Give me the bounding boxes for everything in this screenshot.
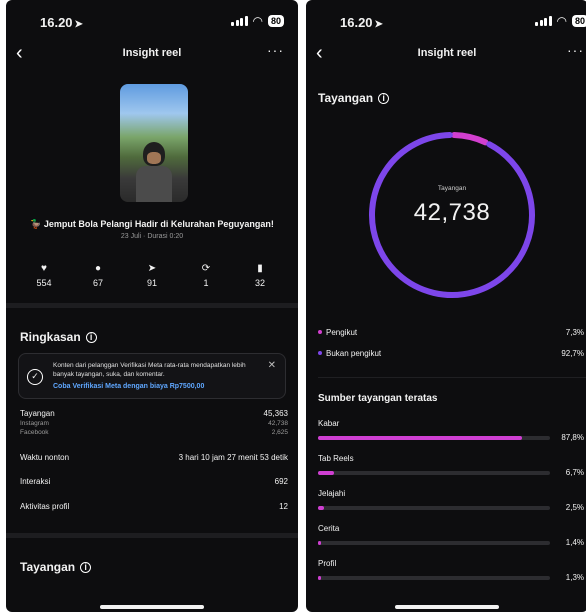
person-figure <box>136 142 172 202</box>
source-bar-track <box>318 471 550 475</box>
home-indicator <box>100 605 204 609</box>
source-label: Profil <box>318 559 337 568</box>
source-label: Cerita <box>318 524 340 533</box>
nav-bar: ‹ Insight reel ··· <box>6 40 298 68</box>
divider <box>318 377 586 378</box>
nav-title: Insight reel <box>122 47 182 59</box>
engagement-stats: ♥ 554 ● 67 ➤ 91 ⟳ 1 ▮ 32 <box>18 262 286 288</box>
source-percent: 1,4% <box>565 538 584 547</box>
bookmark-icon: ▮ <box>257 263 263 274</box>
source-label: Tab Reels <box>318 454 354 463</box>
donut-center-label: Tayangan <box>437 185 467 192</box>
views-heading: Tayangan i <box>318 91 390 105</box>
source-row: Profil 1,3% <box>318 559 584 589</box>
info-icon[interactable]: i <box>378 93 390 104</box>
status-time: 16.20 ➤ <box>40 15 83 30</box>
stat-shares: ➤ 91 <box>126 262 178 288</box>
status-bar: 16.20 ➤ ◠ 80 <box>306 12 586 32</box>
source-label: Kabar <box>318 419 340 428</box>
source-bar-fill <box>318 436 522 440</box>
source-bar-track <box>318 576 550 580</box>
wifi-icon: ◠ <box>252 14 263 28</box>
stat-comments: ● 67 <box>72 262 124 288</box>
info-icon[interactable]: i <box>80 562 92 573</box>
wifi-icon: ◠ <box>556 14 567 28</box>
home-indicator <box>395 605 499 609</box>
share-icon: ➤ <box>147 263 157 274</box>
legend-followers: Pengikut 7,3% <box>318 328 584 337</box>
verification-notice: ✓ Konten dari pelanggan Verifikasi Meta … <box>18 353 286 399</box>
more-options-icon[interactable]: ··· <box>567 42 584 58</box>
saves-count: 32 <box>254 278 265 288</box>
comment-icon: ● <box>94 263 102 274</box>
battery-icon: 80 <box>267 15 284 27</box>
reel-title: 🦆 Jemput Bola Pelangi Hadir di Kelurahan… <box>30 219 274 229</box>
info-icon[interactable]: i <box>85 332 97 343</box>
legend-non-followers: Bukan pengikut 92,7% <box>318 349 584 358</box>
reel-meta: 23 Juli · Durasi 0:20 <box>120 233 184 240</box>
views-heading: Tayangan i <box>20 560 92 574</box>
source-bar-track <box>318 506 550 510</box>
more-options-icon[interactable]: ··· <box>267 42 284 58</box>
source-percent: 6,7% <box>565 468 584 477</box>
source-percent: 1,3% <box>565 573 584 582</box>
source-row: Jelajahi 2,5% <box>318 489 584 519</box>
source-bar-fill <box>318 471 334 475</box>
shares-count: 91 <box>146 278 157 288</box>
status-time: 16.20 ➤ <box>340 15 383 30</box>
status-bar: 16.20 ➤ ◠ 80 <box>6 12 298 32</box>
location-arrow-icon: ➤ <box>74 19 83 30</box>
source-bar-fill <box>318 541 322 545</box>
notice-text: Konten dari pelanggan Verifikasi Meta ra… <box>53 362 246 378</box>
stat-likes: ♥ 554 <box>18 262 70 288</box>
source-percent: 2,5% <box>565 503 584 512</box>
source-row: Tab Reels 6,7% <box>318 454 584 484</box>
left-screen: 16.20 ➤ ◠ 80 ‹ Insight reel ··· 🦆 Jemput … <box>6 0 298 612</box>
source-label: Jelajahi <box>318 489 346 498</box>
divider <box>6 533 298 538</box>
comments-count: 67 <box>92 278 103 288</box>
battery-icon: 80 <box>571 15 586 27</box>
source-bar-fill <box>318 506 324 510</box>
reel-thumbnail[interactable] <box>120 84 188 202</box>
donut-center-value: 42,738 <box>413 199 491 226</box>
source-bar-track <box>318 436 550 440</box>
verified-badge-icon: ✓ <box>27 369 43 385</box>
divider <box>6 303 298 308</box>
source-percent: 87,8% <box>561 433 584 442</box>
nav-title: Insight reel <box>417 47 477 59</box>
source-row: Kabar 87,8% <box>318 419 584 449</box>
signal-icon <box>535 16 552 26</box>
repost-icon: ⟳ <box>201 263 211 274</box>
meta-verified-link[interactable]: Coba Verifikasi Meta dengan biaya Rp7500… <box>53 383 204 390</box>
source-bar-track <box>318 541 550 545</box>
summary-heading: Ringkasan i <box>20 330 97 344</box>
close-icon[interactable]: ✕ <box>268 360 276 371</box>
source-row: Cerita 1,4% <box>318 524 584 554</box>
right-screen: 16.20 ➤ ◠ 80 ‹ Insight reel ··· Tayangan i… <box>306 0 586 612</box>
heart-icon: ♥ <box>41 263 47 274</box>
stat-saves: ▮ 32 <box>234 262 286 288</box>
donut-segment-0 <box>451 132 489 146</box>
nav-bar: ‹ Insight reel ··· <box>306 40 586 68</box>
legend-dot <box>318 330 322 334</box>
reposts-count: 1 <box>203 278 209 288</box>
top-sources-heading: Sumber tayangan teratas <box>318 393 438 404</box>
likes-count: 554 <box>36 278 52 288</box>
views-donut-chart: Tayangan 42,738 <box>364 127 540 303</box>
source-bar-fill <box>318 576 322 580</box>
signal-icon <box>231 16 248 26</box>
stat-reposts: ⟳ 1 <box>180 262 232 288</box>
legend-dot <box>318 351 322 355</box>
location-arrow-icon: ➤ <box>374 19 383 30</box>
